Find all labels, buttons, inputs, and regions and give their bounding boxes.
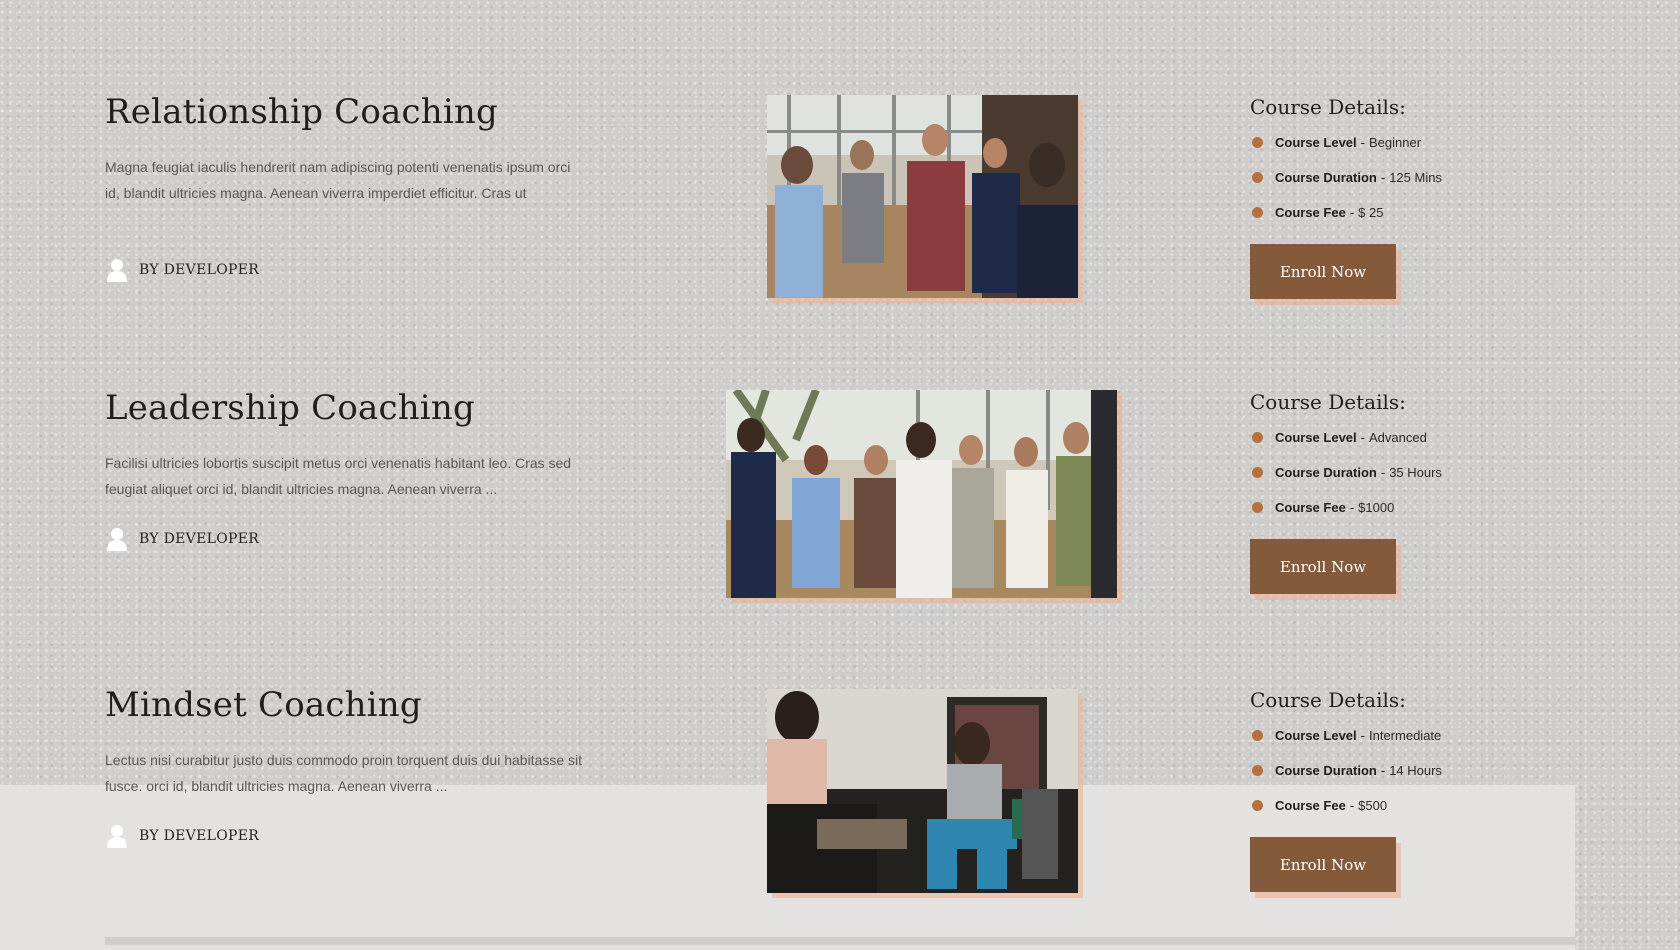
course-author: BY DEVELOPER bbox=[105, 526, 259, 552]
dot-icon bbox=[1252, 502, 1263, 513]
course-duration: Course Duration - 125 Mins bbox=[1250, 160, 1550, 195]
detail-key: Course Duration bbox=[1275, 465, 1377, 480]
detail-separator: - bbox=[1380, 465, 1386, 480]
course-details-heading: Course Details: bbox=[1250, 688, 1406, 712]
detail-key: Course Duration bbox=[1275, 763, 1377, 778]
dot-icon bbox=[1252, 172, 1263, 183]
author-label: BY DEVELOPER bbox=[139, 828, 260, 844]
detail-key: Course Level bbox=[1275, 728, 1357, 743]
detail-key: Course Level bbox=[1275, 135, 1357, 150]
dot-icon bbox=[1252, 730, 1263, 741]
user-icon bbox=[107, 259, 127, 282]
course-author: BY DEVELOPER bbox=[105, 823, 259, 849]
course-author: BY DEVELOPER bbox=[105, 257, 259, 283]
dot-icon bbox=[1252, 137, 1263, 148]
course-level: Course Level - Beginner bbox=[1250, 125, 1550, 160]
dot-icon bbox=[1252, 207, 1263, 218]
course-details-list: Course Level - Advanced Course Duration … bbox=[1250, 420, 1550, 525]
course-description: Magna feugiat iaculis hendrerit nam adip… bbox=[105, 159, 571, 201]
course-details: Course Details: Course Level - Advanced … bbox=[1250, 384, 1550, 594]
course-photo bbox=[767, 95, 1078, 298]
detail-value: $500 bbox=[1358, 798, 1388, 813]
detail-separator: - bbox=[1349, 500, 1355, 515]
course-details: Course Details: Course Level - Intermedi… bbox=[1250, 682, 1550, 892]
course-photo bbox=[767, 689, 1078, 893]
detail-separator: - bbox=[1360, 135, 1365, 150]
user-icon bbox=[107, 528, 127, 551]
course-details-heading: Course Details: bbox=[1250, 390, 1406, 414]
detail-separator: - bbox=[1360, 430, 1365, 445]
detail-value: Intermediate bbox=[1369, 728, 1442, 743]
detail-value: 35 Hours bbox=[1389, 465, 1442, 480]
detail-key: Course Fee bbox=[1275, 500, 1346, 515]
detail-value: $ 25 bbox=[1358, 205, 1384, 220]
course-title: Mindset Coaching bbox=[105, 685, 422, 725]
detail-value: 14 Hours bbox=[1389, 763, 1442, 778]
course-photo bbox=[726, 390, 1117, 598]
course-details-list: Course Level - Beginner Course Duration … bbox=[1250, 125, 1550, 230]
detail-key: Course Level bbox=[1275, 430, 1357, 445]
detail-value: Beginner bbox=[1369, 135, 1422, 150]
course-details-list: Course Level - Intermediate Course Durat… bbox=[1250, 718, 1550, 823]
detail-separator: - bbox=[1380, 763, 1386, 778]
detail-separator: - bbox=[1380, 170, 1386, 185]
detail-key: Course Duration bbox=[1275, 170, 1377, 185]
course-card-mindset: Mindset Coaching Lectus nisi curabitur j… bbox=[0, 685, 1680, 925]
detail-separator: - bbox=[1349, 205, 1355, 220]
detail-key: Course Fee bbox=[1275, 798, 1346, 813]
enroll-now-button[interactable]: Enroll Now bbox=[1250, 837, 1396, 892]
course-duration: Course Duration - 35 Hours bbox=[1250, 455, 1550, 490]
course-title: Relationship Coaching bbox=[105, 92, 498, 132]
course-duration: Course Duration - 14 Hours bbox=[1250, 753, 1550, 788]
course-level: Course Level - Advanced bbox=[1250, 420, 1550, 455]
dot-icon bbox=[1252, 765, 1263, 776]
course-level: Course Level - Intermediate bbox=[1250, 718, 1550, 753]
detail-key: Course Fee bbox=[1275, 205, 1346, 220]
dot-icon bbox=[1252, 800, 1263, 811]
detail-separator: - bbox=[1349, 798, 1355, 813]
dot-icon bbox=[1252, 432, 1263, 443]
course-details-heading: Course Details: bbox=[1250, 95, 1406, 119]
course-card-leadership: Leadership Coaching Facilisi ultricies l… bbox=[0, 388, 1680, 628]
course-fee: Course Fee - $500 bbox=[1250, 788, 1550, 823]
course-fee: Course Fee - $1000 bbox=[1250, 490, 1550, 525]
course-description: Lectus nisi curabitur justo duis commodo… bbox=[105, 752, 583, 794]
detail-separator: - bbox=[1360, 728, 1365, 743]
user-icon bbox=[107, 825, 127, 848]
course-details: Course Details: Course Level - Beginner … bbox=[1250, 89, 1550, 299]
course-card-relationship: Relationship Coaching Magna feugiat iacu… bbox=[0, 92, 1680, 332]
detail-value: $1000 bbox=[1358, 500, 1395, 515]
detail-value: 125 Mins bbox=[1389, 170, 1442, 185]
detail-value: Advanced bbox=[1369, 430, 1427, 445]
author-label: BY DEVELOPER bbox=[139, 531, 260, 547]
dot-icon bbox=[1252, 467, 1263, 478]
course-title: Leadership Coaching bbox=[105, 388, 475, 428]
enroll-now-button[interactable]: Enroll Now bbox=[1250, 244, 1396, 299]
author-label: BY DEVELOPER bbox=[139, 262, 260, 278]
bottom-divider bbox=[105, 937, 1575, 945]
course-description: Facilisi ultricies lobortis suscipit met… bbox=[105, 455, 572, 497]
course-fee: Course Fee - $ 25 bbox=[1250, 195, 1550, 230]
enroll-now-button[interactable]: Enroll Now bbox=[1250, 539, 1396, 594]
